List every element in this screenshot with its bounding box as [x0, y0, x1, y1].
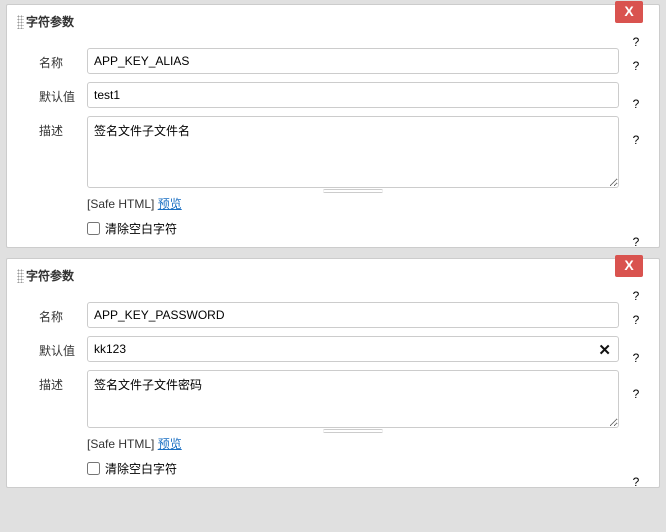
help-icon-desc[interactable]: ?	[627, 387, 645, 401]
default-label: 默认值	[39, 336, 87, 359]
help-icon-trim[interactable]: ?	[627, 235, 645, 249]
trim-label: 清除空白字符	[105, 460, 177, 477]
close-icon[interactable]: X	[615, 255, 643, 277]
desc-label: 描述	[39, 370, 87, 393]
help-icon-section[interactable]: ?	[627, 289, 645, 303]
help-icon-name[interactable]: ?	[627, 313, 645, 327]
trim-label: 清除空白字符	[105, 220, 177, 237]
name-field[interactable]	[87, 302, 619, 328]
resize-handle-icon[interactable]	[323, 189, 383, 193]
drag-handle-icon[interactable]	[17, 15, 24, 29]
safe-html-label: [Safe HTML]	[87, 437, 154, 451]
drag-handle-icon[interactable]	[17, 269, 24, 283]
section-title: 字符参数	[26, 13, 74, 30]
help-icon-default[interactable]: ?	[627, 351, 645, 365]
trim-checkbox[interactable]	[87, 462, 100, 475]
clear-icon[interactable]: ✕	[598, 341, 611, 359]
desc-field[interactable]	[87, 116, 619, 188]
name-label: 名称	[39, 48, 87, 71]
desc-label: 描述	[39, 116, 87, 139]
resize-handle-icon[interactable]	[323, 429, 383, 433]
preview-link[interactable]: 预览	[158, 437, 182, 451]
param-block-1: X ? ? ? ? ? 字符参数 名称 默认值 ✕ 描述 [Safe HTML]…	[6, 258, 660, 488]
help-icon-trim[interactable]: ?	[627, 475, 645, 489]
default-label: 默认值	[39, 82, 87, 105]
desc-field[interactable]	[87, 370, 619, 428]
help-icon-name[interactable]: ?	[627, 59, 645, 73]
safe-html-label: [Safe HTML]	[87, 197, 154, 211]
trim-checkbox[interactable]	[87, 222, 100, 235]
name-label: 名称	[39, 302, 87, 325]
help-icon-default[interactable]: ?	[627, 97, 645, 111]
close-icon[interactable]: X	[615, 1, 643, 23]
default-field[interactable]	[87, 82, 619, 108]
help-icon-section[interactable]: ?	[627, 35, 645, 49]
preview-link[interactable]: 预览	[158, 197, 182, 211]
default-field[interactable]	[87, 336, 619, 362]
help-icon-desc[interactable]: ?	[627, 133, 645, 147]
section-title: 字符参数	[26, 267, 74, 284]
param-block-0: X ? ? ? ? ? 字符参数 名称 默认值 描述 [Safe HTML] 预…	[6, 4, 660, 248]
name-field[interactable]	[87, 48, 619, 74]
